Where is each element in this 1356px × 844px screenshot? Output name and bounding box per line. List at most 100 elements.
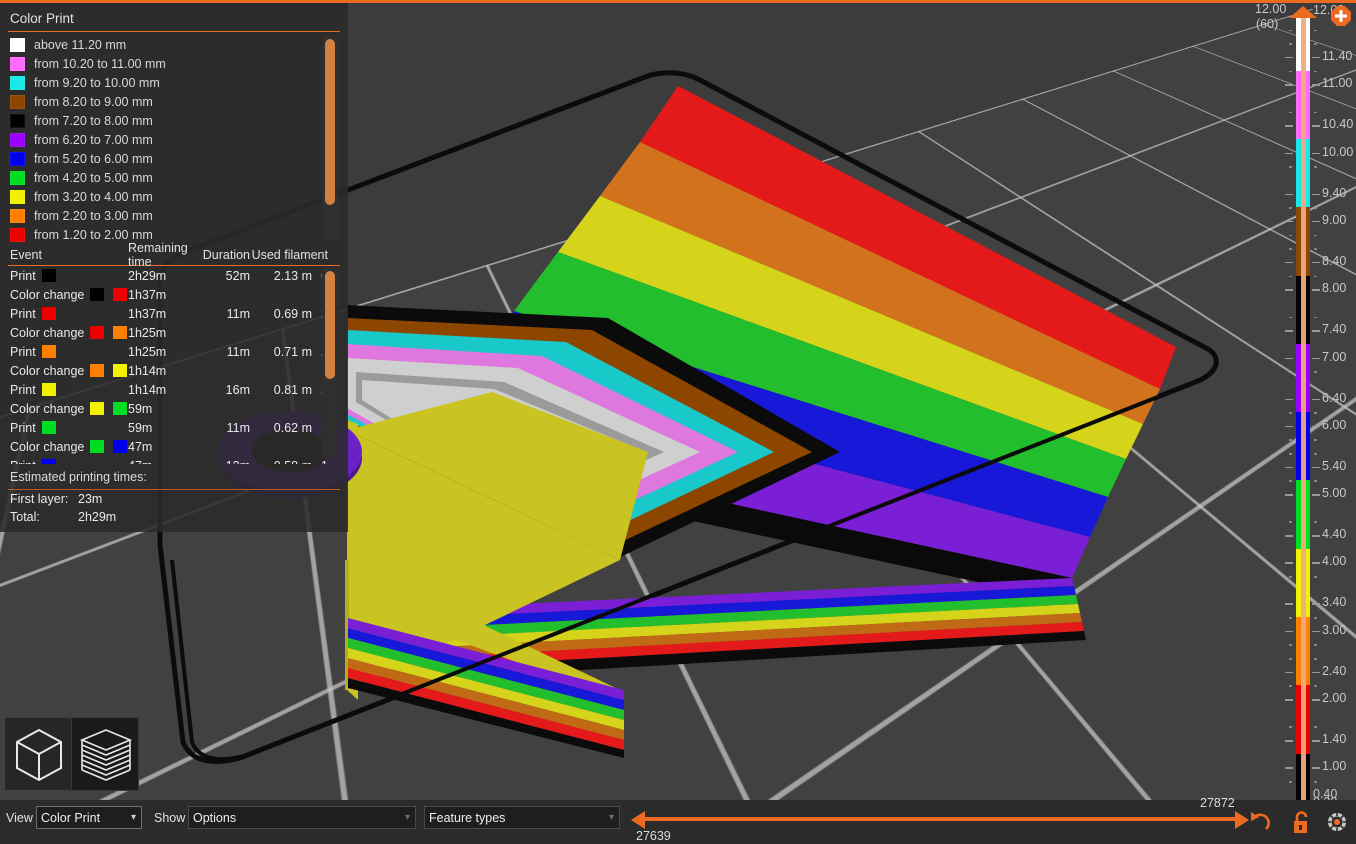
lock-toggle-button[interactable] [1290, 810, 1316, 840]
moves-slider-track[interactable] [642, 817, 1238, 821]
slider-minor-tick [1314, 685, 1317, 687]
legend-row-label: from 7.20 to 8.00 mm [34, 113, 153, 128]
moves-slider-left-handle[interactable] [630, 810, 646, 830]
legend-color-swatch [10, 113, 25, 128]
event-scrollbar[interactable] [322, 268, 338, 458]
legend-row[interactable]: from 8.20 to 9.00 mm [0, 92, 348, 111]
event-table-row[interactable]: Print59m11m0.62 m1 [0, 418, 348, 437]
slider-tick-label: 10.40 [1322, 117, 1354, 132]
legend-color-list[interactable]: above 11.20 mm from 10.20 to 11.00 mm from… [0, 32, 348, 244]
duration-cell: 11m [226, 420, 250, 435]
settings-button[interactable] [1326, 810, 1352, 840]
event-color-swatch [113, 288, 128, 301]
event-table-body[interactable]: Print2h29m52m2.13 m6Color change1h37mPri… [0, 266, 348, 464]
view-mode-layers-button[interactable] [71, 717, 139, 791]
event-cell: Color change [10, 326, 128, 340]
duration-cell: 11m [226, 344, 250, 359]
slider-tick-label: 7.40 [1322, 322, 1347, 337]
legend-color-swatch [10, 132, 25, 147]
slider-minor-tick [1289, 234, 1292, 237]
slider-minor-tick [1314, 644, 1317, 646]
layer-slider-add-pin-icon[interactable] [1330, 5, 1352, 27]
remaining-time-cell: 59m [128, 420, 153, 435]
event-table-row[interactable]: Print2h29m52m2.13 m6 [0, 266, 348, 285]
slider-minor-tick [1289, 576, 1292, 578]
slider-tick-label: 1.00 [1322, 759, 1347, 774]
slider-tick [1285, 220, 1293, 223]
event-cell: Print [10, 345, 128, 359]
legend-row[interactable]: from 5.20 to 6.00 mm [0, 149, 348, 168]
slider-minor-tick [1314, 740, 1317, 742]
slider-minor-tick [1289, 521, 1292, 523]
slider-minor-tick [1314, 562, 1317, 564]
legend-row[interactable]: above 11.20 mm [0, 35, 348, 54]
event-table-header: Event Remaining time Duration Used filam… [0, 241, 348, 269]
slider-minor-tick [1314, 43, 1317, 45]
legend-row[interactable]: from 9.20 to 10.00 mm [0, 73, 348, 92]
slider-minor-tick [1314, 767, 1317, 769]
estimate-first-layer: First layer: 23m [0, 490, 348, 508]
legend-scrollbar[interactable] [322, 36, 338, 240]
legend-scrollbar-thumb[interactable] [325, 39, 335, 205]
event-table-row[interactable]: Print 47m12m0.58 m1 [0, 456, 348, 464]
slider-minor-tick [1289, 125, 1292, 127]
event-label: Print [10, 344, 36, 359]
gear-icon [1327, 812, 1347, 832]
duration-cell: 12m [198, 459, 250, 465]
slider-minor-tick [1289, 603, 1292, 605]
slider-minor-tick [1289, 453, 1292, 455]
legend-row[interactable]: from 3.20 to 4.00 mm [0, 187, 348, 206]
event-table-row[interactable]: Color change 47m [0, 437, 348, 456]
legend-row[interactable]: from 6.20 to 7.00 mm [0, 130, 348, 149]
legend-color-swatch [10, 227, 25, 242]
slider-tick-label: 9.00 [1322, 212, 1347, 227]
event-table-row[interactable]: Color change 59m [0, 399, 348, 418]
event-table-row[interactable]: Print1h14m16m0.81 m2 [0, 380, 348, 399]
legend-color-swatch [10, 75, 25, 90]
slider-tick [1312, 220, 1320, 223]
legend-row[interactable]: from 2.20 to 3.00 mm [0, 206, 348, 225]
slider-minor-tick [1314, 412, 1317, 414]
feature-types-select[interactable]: Feature types ▾ [424, 806, 620, 829]
duration-cell: 52m [225, 268, 250, 283]
slider-tick-label: 6.00 [1322, 417, 1347, 432]
event-label: Print [10, 420, 36, 435]
event-cell: Print [10, 269, 128, 283]
vertical-layer-slider[interactable]: 11.40 11.00 10.40 10.00 9.40 9.00 8.40 8.00 7.40… [1255, 0, 1356, 825]
legend-title: Color Print [10, 11, 74, 26]
legend-row[interactable]: from 10.20 to 11.00 mm [0, 54, 348, 73]
event-label: Color change [10, 325, 85, 340]
event-table-row[interactable]: Print1h25m11m0.71 m2 [0, 342, 348, 361]
event-table-row[interactable]: Color change 1h14m [0, 361, 348, 380]
show-options-select[interactable]: Options ▾ [188, 806, 416, 829]
legend-panel[interactable]: Color Print above 11.20 mm from 10.20 to … [0, 3, 348, 532]
event-table-row[interactable]: Print1h37m11m0.69 m2 [0, 304, 348, 323]
view-mode-3d-button[interactable] [5, 718, 71, 790]
legend-color-swatch [10, 151, 25, 166]
slider-minor-tick [1314, 289, 1317, 291]
layer-slider-top-handle[interactable] [1289, 6, 1317, 20]
event-color-swatch [41, 307, 56, 320]
slider-minor-tick [1289, 562, 1292, 564]
event-cell: Color change [10, 440, 128, 454]
gcode-preview-window: Color Print above 11.20 mm from 10.20 to … [0, 0, 1356, 844]
slider-minor-tick [1314, 234, 1317, 237]
reset-view-button[interactable] [1248, 810, 1274, 840]
view-mode-select[interactable]: Color Print ▾ [36, 806, 142, 829]
event-cell: Print [10, 383, 128, 397]
event-scrollbar-thumb[interactable] [325, 271, 335, 379]
slider-minor-tick [1314, 576, 1317, 578]
slider-tick-label: 5.40 [1322, 458, 1347, 473]
event-table-row[interactable]: Color change 1h37m [0, 285, 348, 304]
slider-tick-label: 7.00 [1322, 349, 1347, 364]
horizontal-moves-slider[interactable]: 27639 27872 [630, 796, 1250, 844]
legend-row[interactable]: from 7.20 to 8.00 mm [0, 111, 348, 130]
slider-tick-label: 4.40 [1322, 527, 1347, 542]
slider-tick-label: 8.40 [1322, 253, 1347, 268]
layer-slider-top-sub: (60) [1256, 17, 1279, 31]
event-table-row[interactable]: Color change 1h25m [0, 323, 348, 342]
view-mode-buttons[interactable] [5, 717, 139, 791]
legend-color-swatch [10, 189, 25, 204]
legend-row[interactable]: from 4.20 to 5.00 mm [0, 168, 348, 187]
col-header-duration: Duration [202, 247, 250, 262]
